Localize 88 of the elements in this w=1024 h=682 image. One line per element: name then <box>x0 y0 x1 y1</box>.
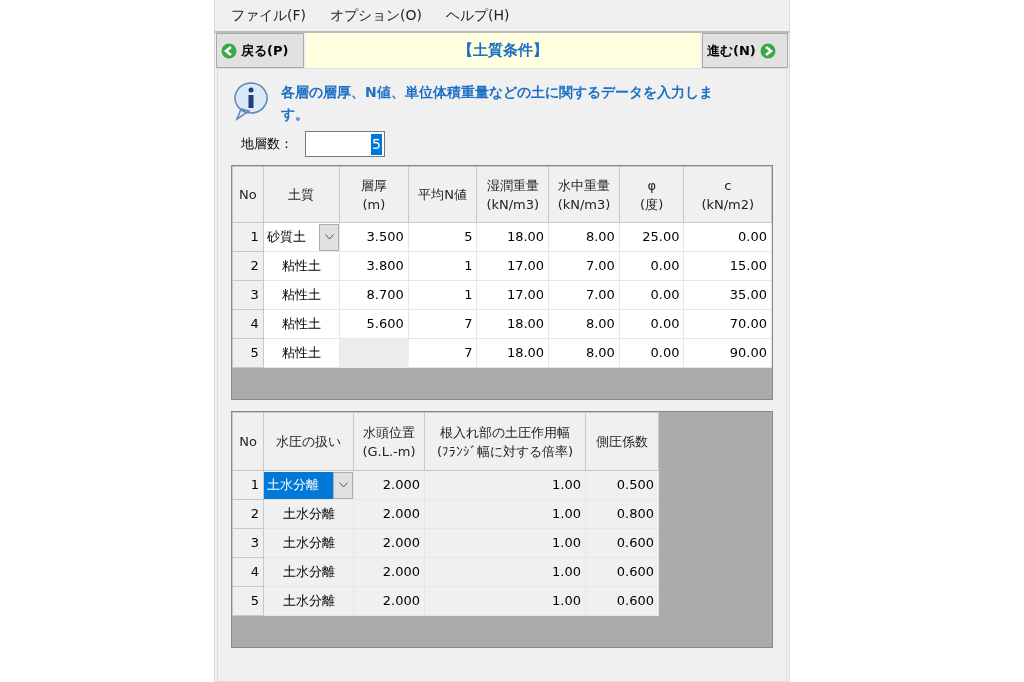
table-cell: 0.00 <box>619 251 684 281</box>
info-message: 各層の層厚、N値、単位体積重量などの土に関するデータを入力します。 <box>281 83 714 124</box>
page-title: 【土質条件】 <box>306 33 700 68</box>
table-cell: 2.000 <box>353 586 425 616</box>
row-number: 2 <box>232 499 264 529</box>
row-number: 1 <box>232 470 264 500</box>
table-cell: 0.600 <box>585 586 659 616</box>
table-cell: 粘性土 <box>263 338 340 368</box>
table-cell: 0.00 <box>684 222 772 252</box>
menu-item[interactable]: オプション(O) <box>330 5 422 26</box>
row-number: 4 <box>232 557 264 587</box>
table-cell: 7.00 <box>548 280 620 310</box>
table-cell: 7 <box>408 309 477 339</box>
table-cell: 18.00 <box>476 309 549 339</box>
row-number: 5 <box>232 586 264 616</box>
next-button[interactable]: 進む(N) <box>702 33 788 68</box>
table-cell: 5.600 <box>339 309 409 339</box>
table-cell: 8.00 <box>548 338 620 368</box>
row-number: 3 <box>232 280 264 310</box>
column-header: 湿潤重量 (kN/m3) <box>476 166 549 223</box>
chevron-down-icon <box>338 482 348 488</box>
table-cell: 18.00 <box>476 338 549 368</box>
table-cell: 1.00 <box>424 470 586 500</box>
layer-count-field[interactable]: 5 <box>305 131 385 157</box>
table-cell: 土水分離 <box>263 499 354 529</box>
column-header: No <box>232 412 264 471</box>
table-cell: 1.00 <box>424 499 586 529</box>
table-cell: 18.00 <box>476 222 549 252</box>
table-cell: 8.700 <box>339 280 409 310</box>
table-cell: 8.00 <box>548 309 620 339</box>
column-header: 側圧係数 <box>585 412 659 471</box>
table-cell: 7.00 <box>548 251 620 281</box>
menu-item[interactable]: ファイル(F) <box>231 5 306 26</box>
table-cell: 0.00 <box>619 280 684 310</box>
row-number: 2 <box>232 251 264 281</box>
table-cell: 1.00 <box>424 557 586 587</box>
column-header: 根入れ部の土圧作用幅 (ﾌﾗﾝｼﾞ幅に対する倍率) <box>424 412 586 471</box>
column-header: 水中重量 (kN/m3) <box>548 166 620 223</box>
table-cell: 1.00 <box>424 586 586 616</box>
table-cell: 1.00 <box>424 528 586 558</box>
table-cell: 土水分離 <box>263 557 354 587</box>
table-cell: 8.00 <box>548 222 620 252</box>
table-cell: 粘性土 <box>263 309 340 339</box>
layer-count-label: 地層数： <box>241 135 293 154</box>
column-header: No <box>232 166 264 223</box>
table-cell: 1 <box>408 280 477 310</box>
row-number: 4 <box>232 309 264 339</box>
table-cell: 35.00 <box>684 280 772 310</box>
table-cell: 0.00 <box>619 309 684 339</box>
table-cell: 0.800 <box>585 499 659 529</box>
table-cell: 2.000 <box>353 528 425 558</box>
column-header: 水頭位置 (G.L.-m) <box>353 412 425 471</box>
table-cell: 2.000 <box>353 499 425 529</box>
table-cell: 0.600 <box>585 528 659 558</box>
table-cell: 17.00 <box>476 280 549 310</box>
table-cell: 粘性土 <box>263 280 340 310</box>
column-header: c (kN/m2) <box>684 166 772 223</box>
table-cell: 17.00 <box>476 251 549 281</box>
info-icon <box>233 81 269 121</box>
chevron-down-icon <box>324 234 334 240</box>
table-cell: 25.00 <box>619 222 684 252</box>
table-cell: 70.00 <box>684 309 772 339</box>
table-cell: 5 <box>408 222 477 252</box>
column-header: 土質 <box>263 166 340 223</box>
table-cell: 土水分離 <box>263 586 354 616</box>
table-cell: 90.00 <box>684 338 772 368</box>
table-cell: 2.000 <box>353 470 425 500</box>
table-cell: 粘性土 <box>263 251 340 281</box>
back-button[interactable]: 戻る(P) <box>216 33 304 68</box>
row-number: 5 <box>232 338 264 368</box>
table-cell: 0.00 <box>619 338 684 368</box>
column-header: 平均N値 <box>408 166 477 223</box>
table-cell: 15.00 <box>684 251 772 281</box>
column-header: 水圧の扱い <box>263 412 354 471</box>
table-cell: 0.600 <box>585 557 659 587</box>
row-number: 3 <box>232 528 264 558</box>
table-cell: 3.500 <box>339 222 409 252</box>
column-header: φ (度) <box>619 166 684 223</box>
column-header: 層厚 (m) <box>339 166 409 223</box>
table-cell: 7 <box>408 338 477 368</box>
table-cell: 1 <box>408 251 477 281</box>
type-dropdown[interactable]: 砂質土 <box>263 223 340 251</box>
menu-item[interactable]: ヘルプ(H) <box>445 5 510 26</box>
table-cell: 土水分離 <box>263 528 354 558</box>
table-cell: 2.000 <box>353 557 425 587</box>
table-cell: 3.800 <box>339 251 409 281</box>
row-number: 1 <box>232 222 264 252</box>
table-cell: 0.500 <box>585 470 659 500</box>
